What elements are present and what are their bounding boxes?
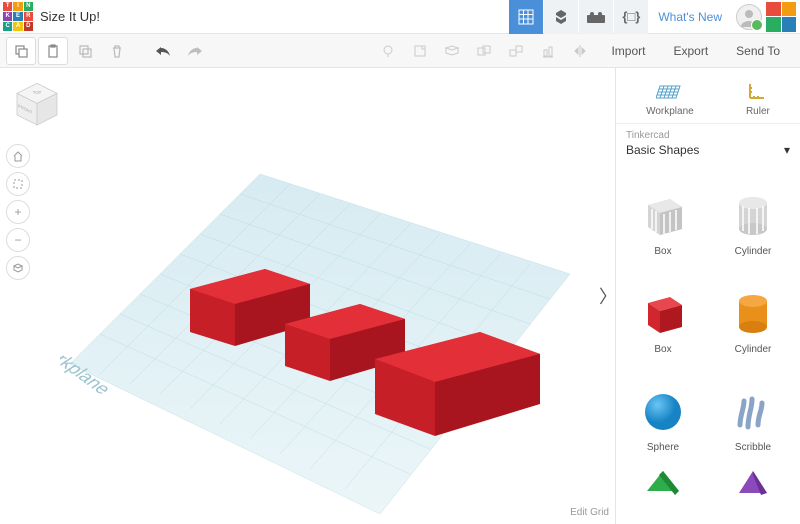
import-button[interactable]: Import	[597, 37, 659, 65]
blocks-mode-button[interactable]	[544, 0, 578, 34]
shape-box-solid[interactable]: Box	[620, 267, 706, 361]
ruler-tool[interactable]: Ruler	[746, 78, 770, 117]
tinkercad-logo[interactable]: TIN KER CAD	[2, 1, 34, 33]
zoom-in-button[interactable]: +	[6, 200, 30, 224]
home-view-button[interactable]	[6, 144, 30, 168]
shapes-sidebar: Workplane Ruler Tinkercad Basic Shapes ▾…	[615, 68, 800, 524]
user-avatar[interactable]	[736, 4, 762, 30]
view-nav: + −	[6, 144, 30, 280]
shape-sphere[interactable]: Sphere	[620, 365, 706, 459]
code-mode-button[interactable]: {□}	[614, 0, 648, 34]
shape-scribble[interactable]: Scribble	[710, 365, 796, 459]
top-mode-icons: {□}	[509, 0, 648, 34]
whats-new-link[interactable]: What's New	[648, 10, 732, 24]
workplane-label: Workplane	[646, 106, 694, 117]
shapes-grid: Box Cylinder Box Cylinder Sphere Scribbl…	[616, 165, 800, 507]
paste-button[interactable]	[38, 37, 68, 65]
design-mode-button[interactable]	[509, 0, 543, 34]
export-button[interactable]: Export	[659, 37, 722, 65]
ruler-label: Ruler	[746, 106, 770, 117]
shape-roof[interactable]	[620, 463, 706, 503]
notes-button[interactable]	[405, 37, 435, 65]
category-header: Tinkercad	[616, 124, 800, 143]
shape-cylinder-striped[interactable]: Cylinder	[710, 169, 796, 263]
fit-view-button[interactable]	[6, 172, 30, 196]
view-cube[interactable]: TOP FRONT	[12, 80, 62, 130]
top-bar: TIN KER CAD Size It Up! {□} What's New	[0, 0, 800, 34]
align-button[interactable]	[533, 37, 563, 65]
ortho-toggle-button[interactable]	[6, 256, 30, 280]
zoom-out-button[interactable]: −	[6, 228, 30, 252]
svg-text:TOP: TOP	[33, 90, 42, 95]
canvas-area[interactable]: TOP FRONT + − Workplane	[0, 68, 615, 524]
category-selector[interactable]: Basic Shapes ▾	[616, 143, 800, 165]
shape-pyramid[interactable]	[710, 463, 796, 503]
copy-button[interactable]	[6, 37, 36, 65]
toolbar: Import Export Send To	[0, 34, 800, 68]
ungroup-button[interactable]	[501, 37, 531, 65]
workplane-grid[interactable]: Workplane	[60, 164, 580, 524]
hint-button[interactable]	[373, 37, 403, 65]
app-switcher[interactable]	[766, 2, 796, 32]
shape-box-striped[interactable]: Box	[620, 169, 706, 263]
show-all-button[interactable]	[437, 37, 467, 65]
send-to-button[interactable]: Send To	[722, 37, 794, 65]
duplicate-button[interactable]	[70, 37, 100, 65]
chevron-down-icon: ▾	[784, 143, 790, 157]
shape-cylinder-solid[interactable]: Cylinder	[710, 267, 796, 361]
group-button[interactable]	[469, 37, 499, 65]
workplane-tool[interactable]: Workplane	[646, 78, 694, 117]
mirror-button[interactable]	[565, 37, 595, 65]
undo-button[interactable]	[148, 37, 178, 65]
project-title[interactable]: Size It Up!	[40, 9, 100, 24]
redo-button[interactable]	[180, 37, 210, 65]
bricks-mode-button[interactable]	[579, 0, 613, 34]
edit-grid-link[interactable]: Edit Grid	[570, 507, 609, 518]
delete-button[interactable]	[102, 37, 132, 65]
